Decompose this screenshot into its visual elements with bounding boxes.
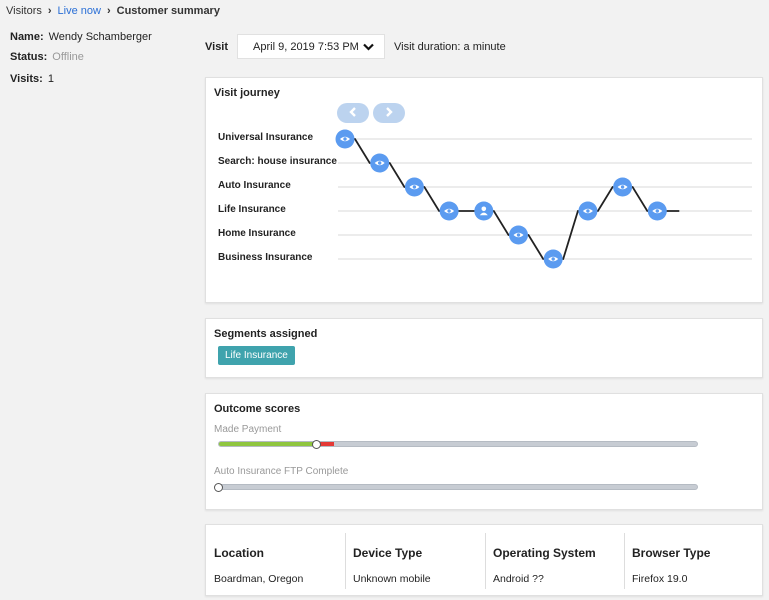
- journey-event-marker[interactable]: [335, 129, 355, 149]
- breadcrumb-live-now[interactable]: Live now: [58, 5, 101, 17]
- info-column-device: Device Type Unknown mobile: [345, 525, 485, 597]
- visit-journey-card: Visit journey Universal Insurance Search…: [205, 77, 763, 303]
- name-label: Name:: [10, 31, 44, 43]
- journey-event-marker[interactable]: [509, 225, 528, 245]
- info-value: Android ??: [493, 573, 544, 585]
- visit-duration: Visit duration: a minute: [394, 40, 506, 53]
- status-label: Status:: [10, 51, 48, 63]
- info-value: Firefox 19.0: [632, 573, 688, 585]
- visitor-info: Name: Wendy Schamberger Status: Offline …: [10, 31, 152, 93]
- score-label: Auto Insurance FTP Complete: [214, 466, 349, 477]
- visit-bar: Visit April 9, 2019 7:53 PM Visit durati…: [205, 34, 506, 59]
- score-track: [218, 484, 698, 490]
- segments-card: Segments assigned Life Insurance: [205, 318, 763, 378]
- score-label: Made Payment: [214, 424, 282, 435]
- journey-event-marker[interactable]: [404, 177, 424, 197]
- info-heading: Device Type: [353, 546, 423, 560]
- info-heading: Browser Type: [632, 546, 711, 560]
- breadcrumb-customer-summary: Customer summary: [116, 5, 220, 17]
- visitor-name: Wendy Schamberger: [48, 31, 152, 43]
- journey-event-marker[interactable]: [439, 201, 459, 221]
- journey-event-marker[interactable]: [578, 201, 598, 221]
- journey-chart: [335, 129, 752, 269]
- score-slider-handle[interactable]: [312, 440, 322, 449]
- info-column-os: Operating System Android ??: [485, 525, 624, 597]
- info-heading: Location: [214, 546, 264, 560]
- info-heading: Operating System: [493, 546, 596, 560]
- visitor-status-row: Status: Offline: [10, 51, 152, 64]
- visits-label: Visits:: [10, 73, 43, 85]
- outcome-scores-card: Outcome scores Made Payment Auto Insuran…: [205, 393, 763, 510]
- device-info-card: Location Boardman, Oregon Device Type Un…: [205, 524, 763, 596]
- info-value: Boardman, Oregon: [214, 573, 304, 585]
- journey-event-marker[interactable]: [474, 201, 494, 221]
- visit-select[interactable]: April 9, 2019 7:53 PM: [237, 34, 386, 59]
- chevron-right-icon: ›: [47, 5, 52, 17]
- visit-selected-value: April 9, 2019 7:53 PM: [253, 40, 359, 53]
- segment-badge: Life Insurance: [218, 346, 295, 365]
- visitor-name-row: Name: Wendy Schamberger: [10, 31, 152, 44]
- journey-event-marker[interactable]: [613, 177, 633, 197]
- outcome-scores-title: Outcome scores: [214, 403, 301, 415]
- info-column-location: Location Boardman, Oregon: [206, 525, 345, 597]
- info-column-browser: Browser Type Firefox 19.0: [624, 525, 763, 597]
- info-value: Unknown mobile: [353, 573, 431, 585]
- journey-event-marker[interactable]: [543, 249, 563, 269]
- score-track: [218, 441, 698, 447]
- breadcrumb: Visitors › Live now › Customer summary: [6, 5, 220, 17]
- journey-event-marker[interactable]: [370, 153, 390, 173]
- chevron-right-icon: ›: [106, 5, 111, 17]
- visit-label: Visit: [205, 40, 229, 53]
- visitor-visits-row: Visits: 1: [10, 73, 152, 86]
- breadcrumb-visitors[interactable]: Visitors: [6, 5, 42, 17]
- score-fill: [219, 442, 317, 446]
- chevron-down-icon: [363, 43, 374, 51]
- journey-event-marker[interactable]: [647, 201, 667, 221]
- visits-count: 1: [47, 73, 54, 85]
- visitor-status: Offline: [52, 51, 84, 63]
- segments-title: Segments assigned: [214, 328, 318, 340]
- score-slider-handle[interactable]: [214, 483, 223, 492]
